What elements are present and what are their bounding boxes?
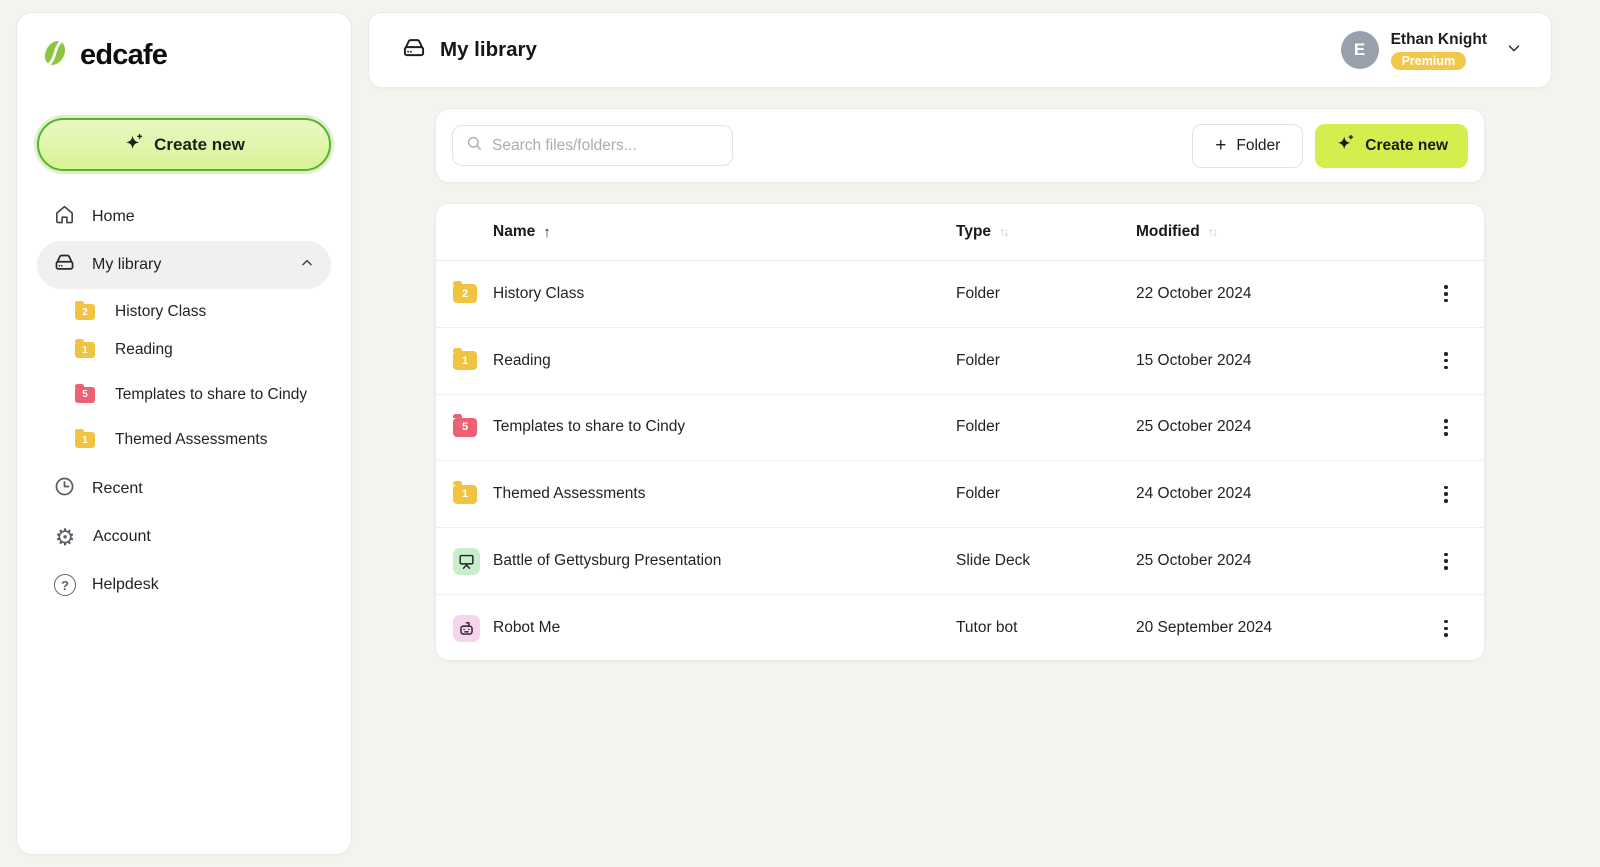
chevron-up-icon[interactable]: [299, 255, 315, 276]
sidebar-create-new-label: Create new: [154, 135, 245, 155]
sidebar-item-label: Helpdesk: [92, 576, 159, 594]
new-folder-label: Folder: [1236, 137, 1280, 155]
file-modified: 24 October 2024: [1136, 485, 1416, 503]
folder-label: Templates to share to Cindy: [115, 384, 307, 406]
library-table: Name ↑ Type ↑↓ Modified ↑↓ 2 History Cla…: [435, 203, 1485, 661]
file-modified: 25 October 2024: [1136, 552, 1416, 570]
search-box[interactable]: [452, 125, 733, 166]
user-name: Ethan Knight: [1391, 31, 1487, 49]
sidebar-item-helpdesk[interactable]: ? Helpdesk: [37, 561, 331, 609]
sparkle-icon: [1335, 133, 1355, 158]
sidebar-folder-reading[interactable]: 1 Reading: [37, 331, 331, 369]
avatar: E: [1341, 31, 1379, 69]
folder-icon: 1: [75, 342, 95, 358]
library-drawer-icon: [401, 35, 427, 66]
create-new-label: Create new: [1365, 137, 1448, 155]
more-options-button[interactable]: [1436, 279, 1456, 308]
plan-badge: Premium: [1391, 52, 1467, 70]
sort-ascending-icon: ↑: [543, 224, 551, 241]
plus-icon: +: [1215, 135, 1226, 157]
table-row[interactable]: 1 Reading Folder 15 October 2024: [436, 328, 1484, 395]
home-icon: [53, 203, 76, 231]
sidebar-item-label: Home: [92, 208, 135, 226]
sidebar-create-new-button[interactable]: Create new: [37, 118, 331, 171]
sidebar: edcafe Create new Home: [16, 12, 352, 855]
file-type: Slide Deck: [956, 552, 1136, 570]
file-modified: 20 September 2024: [1136, 619, 1416, 637]
table-row[interactable]: 5 Templates to share to Cindy Folder 25 …: [436, 395, 1484, 462]
app-logo[interactable]: edcafe: [37, 37, 331, 74]
folder-icon: 1: [75, 432, 95, 448]
folder-label: History Class: [115, 303, 206, 321]
more-options-button[interactable]: [1436, 480, 1456, 509]
folder-icon: 1: [453, 485, 477, 504]
file-modified: 25 October 2024: [1136, 418, 1416, 436]
folder-icon: 1: [453, 351, 477, 370]
sidebar-folder-themed-assessments[interactable]: 1 Themed Assessments: [37, 421, 331, 459]
sort-icon: ↑↓: [1208, 225, 1217, 239]
library-toolbar: + Folder Create new: [435, 108, 1485, 183]
table-row[interactable]: 2 History Class Folder 22 October 2024: [436, 261, 1484, 328]
slide-deck-icon: [453, 548, 480, 575]
sidebar-folder-list: 2 History Class 1 Reading 5 Templates to…: [37, 293, 331, 459]
file-name: Themed Assessments: [493, 485, 956, 503]
file-name: Battle of Gettysburg Presentation: [493, 552, 956, 570]
create-new-button[interactable]: Create new: [1315, 124, 1468, 168]
library-drawer-icon: [53, 251, 76, 279]
more-options-button[interactable]: [1436, 614, 1456, 643]
sidebar-folder-history-class[interactable]: 2 History Class: [37, 293, 331, 331]
column-header-name[interactable]: Name ↑: [493, 223, 956, 241]
folder-label: Reading: [115, 341, 173, 359]
file-type: Tutor bot: [956, 619, 1136, 637]
more-options-button[interactable]: [1436, 346, 1456, 375]
folder-label: Themed Assessments: [115, 431, 267, 449]
sidebar-item-label: My library: [92, 256, 161, 274]
table-row[interactable]: Robot Me Tutor bot 20 September 2024: [436, 595, 1484, 661]
app-logo-text: edcafe: [80, 39, 167, 72]
file-name: Templates to share to Cindy: [493, 418, 956, 436]
file-type: Folder: [956, 352, 1136, 370]
robot-icon: [453, 615, 480, 642]
file-name: Reading: [493, 352, 956, 370]
search-input[interactable]: [492, 137, 720, 155]
column-header-type[interactable]: Type ↑↓: [956, 223, 1136, 241]
column-header-modified[interactable]: Modified ↑↓: [1136, 223, 1416, 241]
file-modified: 22 October 2024: [1136, 285, 1416, 303]
sidebar-folder-templates[interactable]: 5 Templates to share to Cindy: [37, 369, 331, 421]
file-type: Folder: [956, 485, 1136, 503]
help-question-icon: ?: [54, 574, 76, 596]
sidebar-item-label: Account: [93, 528, 151, 546]
user-menu[interactable]: E Ethan Knight Premium: [1341, 31, 1523, 70]
file-type: Folder: [956, 285, 1136, 303]
more-options-button[interactable]: [1436, 413, 1456, 442]
sidebar-item-account[interactable]: ⚙ Account: [37, 513, 331, 561]
top-header: My library E Ethan Knight Premium: [368, 12, 1552, 88]
more-options-button[interactable]: [1436, 547, 1456, 576]
new-folder-button[interactable]: + Folder: [1192, 124, 1303, 168]
file-name: Robot Me: [493, 619, 956, 637]
sidebar-item-label: Recent: [92, 480, 143, 498]
gear-icon: ⚙: [53, 526, 77, 549]
folder-icon: 2: [75, 304, 95, 320]
sparkle-icon: [123, 132, 144, 158]
search-icon: [465, 134, 484, 158]
sidebar-nav: Home My library: [37, 193, 331, 609]
table-header-row: Name ↑ Type ↑↓ Modified ↑↓: [436, 204, 1484, 261]
sidebar-item-recent[interactable]: Recent: [37, 465, 331, 513]
brand-bean-icon: [39, 37, 71, 74]
folder-icon: 5: [75, 387, 95, 403]
table-row[interactable]: 1 Themed Assessments Folder 24 October 2…: [436, 461, 1484, 528]
file-name: History Class: [493, 285, 956, 303]
sidebar-item-home[interactable]: Home: [37, 193, 331, 241]
page-title: My library: [440, 38, 537, 62]
chevron-down-icon[interactable]: [1505, 39, 1523, 62]
file-type: Folder: [956, 418, 1136, 436]
folder-icon: 2: [453, 284, 477, 303]
clock-icon: [53, 475, 76, 503]
file-modified: 15 October 2024: [1136, 352, 1416, 370]
table-row[interactable]: Battle of Gettysburg Presentation Slide …: [436, 528, 1484, 595]
sort-icon: ↑↓: [999, 225, 1008, 239]
sidebar-item-my-library[interactable]: My library: [37, 241, 331, 289]
folder-icon: 5: [453, 418, 477, 437]
